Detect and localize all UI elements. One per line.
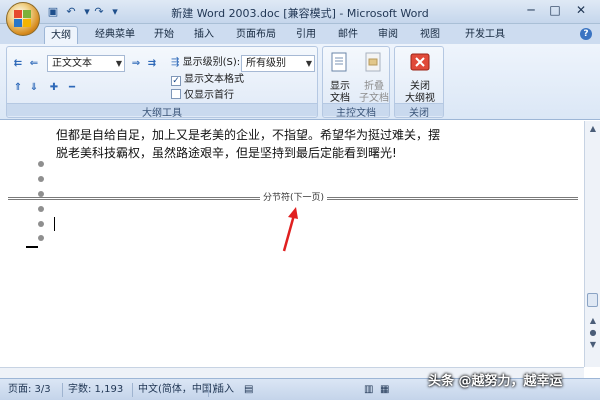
show-text-format-label: 显示文本格式 (184, 74, 244, 85)
tab-page-layout[interactable]: 页面布局 (230, 26, 282, 44)
full-screen-reading-icon[interactable]: ▦ (380, 383, 389, 397)
window-title: 新建 Word 2003.doc [兼容模式] - Microsoft Word (171, 7, 429, 20)
outline-level-value: 正文文本 (52, 58, 92, 69)
show-level-select[interactable]: 所有级别 ▼ (241, 55, 315, 72)
paragraph-line-1: 但都是自给自足，加上又是老美的企业，不指望。希望华为挺过难关，摆 (56, 128, 441, 142)
show-document-label-1: 显示 (330, 81, 350, 92)
close-button[interactable]: ✕ (570, 3, 592, 19)
outline-tools-group-label: 大纲工具 (7, 103, 317, 119)
show-level-icon: ⇶ (171, 57, 180, 68)
first-line-only-checkbox[interactable] (171, 89, 181, 99)
help-icon[interactable]: ? (580, 28, 592, 40)
status-divider (132, 383, 133, 397)
show-level-label-row: ⇶ 显示级别(S): (171, 56, 240, 70)
maximize-button[interactable]: □ (544, 3, 566, 19)
end-of-document-mark (26, 246, 38, 248)
tab-outline[interactable]: 大纲 (44, 26, 78, 44)
tab-view[interactable]: 视图 (414, 26, 446, 44)
word-count[interactable]: 字数: 1,193 (68, 383, 123, 397)
show-level-label: 显示级别(S): (182, 57, 241, 68)
chevron-down-icon: ▼ (115, 59, 122, 68)
scroll-up-icon[interactable]: ▲ (587, 315, 599, 327)
outline-bullet-icon[interactable] (38, 161, 44, 167)
master-document-group-label: 主控文档 (323, 103, 389, 119)
chevron-down-icon: ▼ (305, 59, 312, 68)
tab-classic-menu[interactable]: 经典菜单 (88, 26, 142, 44)
tab-mailings[interactable]: 邮件 (332, 26, 364, 44)
paragraph-line-2: 脱老美科技霸权，虽然路途艰辛，但是坚持到最后定能看到曙光! (56, 146, 397, 160)
promote-to-heading1-icon[interactable]: ⇇ (11, 57, 25, 71)
annotation-arrow-icon (282, 207, 298, 252)
scroll-up-icon[interactable]: ▲ (587, 123, 599, 135)
scrollbar-thumb[interactable] (587, 293, 598, 307)
show-document-icon (331, 52, 347, 72)
close-outline-view-label-1: 关闭 (410, 81, 430, 92)
master-document-group: 显示 文档 折叠 子文档 主控文档 (322, 46, 391, 119)
text-cursor (54, 217, 55, 231)
watermark-text: 头条 @越努力，越幸运 (428, 374, 563, 389)
close-x-icon (410, 53, 430, 71)
section-break-label: 分节符(下一页) (260, 190, 328, 203)
collapse-icon[interactable]: ━ (65, 81, 79, 95)
ribbon-tabs: 大纲 经典菜单 开始 插入 页面布局 引用 邮件 审阅 视图 开发工具 ? (0, 24, 600, 44)
collapse-subdocuments-icon (365, 52, 381, 72)
title-bar: ▣ ↶ ▾ ↷ ▾ 新建 Word 2003.doc [兼容模式] - Micr… (0, 0, 600, 36)
first-line-only-label: 仅显示首行 (184, 90, 234, 101)
scroll-down-icon[interactable]: ▼ (587, 339, 599, 351)
expand-icon[interactable]: ✚ (47, 81, 61, 95)
collapse-subdocuments-label-1: 折叠 (364, 81, 384, 92)
tab-insert[interactable]: 插入 (188, 26, 220, 44)
promote-icon[interactable]: ⇐ (27, 57, 41, 71)
collapse-subdocuments-button[interactable]: 折叠 子文档 (357, 51, 391, 105)
show-text-format-checkbox[interactable]: ✓ (171, 76, 181, 86)
document-area[interactable]: 但都是自给自足，加上又是老美的企业，不指望。希望华为挺过难关，摆 脱老美科技霸权… (0, 121, 584, 367)
tab-home[interactable]: 开始 (148, 26, 180, 44)
show-document-button[interactable]: 显示 文档 (323, 51, 357, 105)
ribbon: ⇇ ⇐ 正文文本 ▼ ⇒ ⇉ ⇑ ⇓ ✚ ━ ⇶ 显示级别(S): 所有级别 ▼… (0, 44, 600, 120)
demote-icon[interactable]: ⇒ (129, 57, 143, 71)
move-up-icon[interactable]: ⇑ (11, 81, 25, 95)
move-down-icon[interactable]: ⇓ (27, 81, 41, 95)
status-divider (208, 383, 209, 397)
close-group-label: 关闭 (395, 103, 443, 119)
office-button[interactable] (6, 2, 40, 36)
office-logo-icon (14, 10, 32, 28)
tab-developer[interactable]: 开发工具 (458, 26, 512, 44)
first-line-only-row[interactable]: 仅显示首行 (171, 89, 234, 103)
language-indicator[interactable]: 中文(简体，中国) (138, 383, 216, 397)
print-layout-icon[interactable]: ▥ (364, 383, 373, 397)
close-group: 关闭 大纲视图 关闭 (394, 46, 444, 119)
outline-level-select[interactable]: 正文文本 ▼ (47, 55, 125, 72)
vertical-scrollbar[interactable]: ▲ ▲ ● ▼ (584, 121, 600, 367)
show-text-format-row[interactable]: ✓ 显示文本格式 (171, 73, 244, 87)
tab-review[interactable]: 审阅 (372, 26, 404, 44)
page-count[interactable]: 页面: 3/3 (8, 383, 51, 397)
tab-references[interactable]: 引用 (290, 26, 322, 44)
outline-bullet-icon[interactable] (38, 206, 44, 212)
outline-bullet-icon[interactable] (38, 235, 44, 241)
minimize-button[interactable]: ─ (520, 3, 542, 19)
outline-bullet-icon[interactable] (38, 176, 44, 182)
demote-to-body-icon[interactable]: ⇉ (145, 57, 159, 71)
outline-tools-group: ⇇ ⇐ 正文文本 ▼ ⇒ ⇉ ⇑ ⇓ ✚ ━ ⇶ 显示级别(S): 所有级别 ▼… (6, 46, 318, 119)
status-divider (62, 383, 63, 397)
macro-record-icon[interactable]: ▤ (244, 383, 253, 397)
show-level-value: 所有级别 (246, 58, 286, 69)
select-browse-object-icon[interactable]: ● (587, 327, 599, 339)
insert-mode[interactable]: 插入 (214, 383, 234, 397)
outline-bullet-icon[interactable] (38, 221, 44, 227)
